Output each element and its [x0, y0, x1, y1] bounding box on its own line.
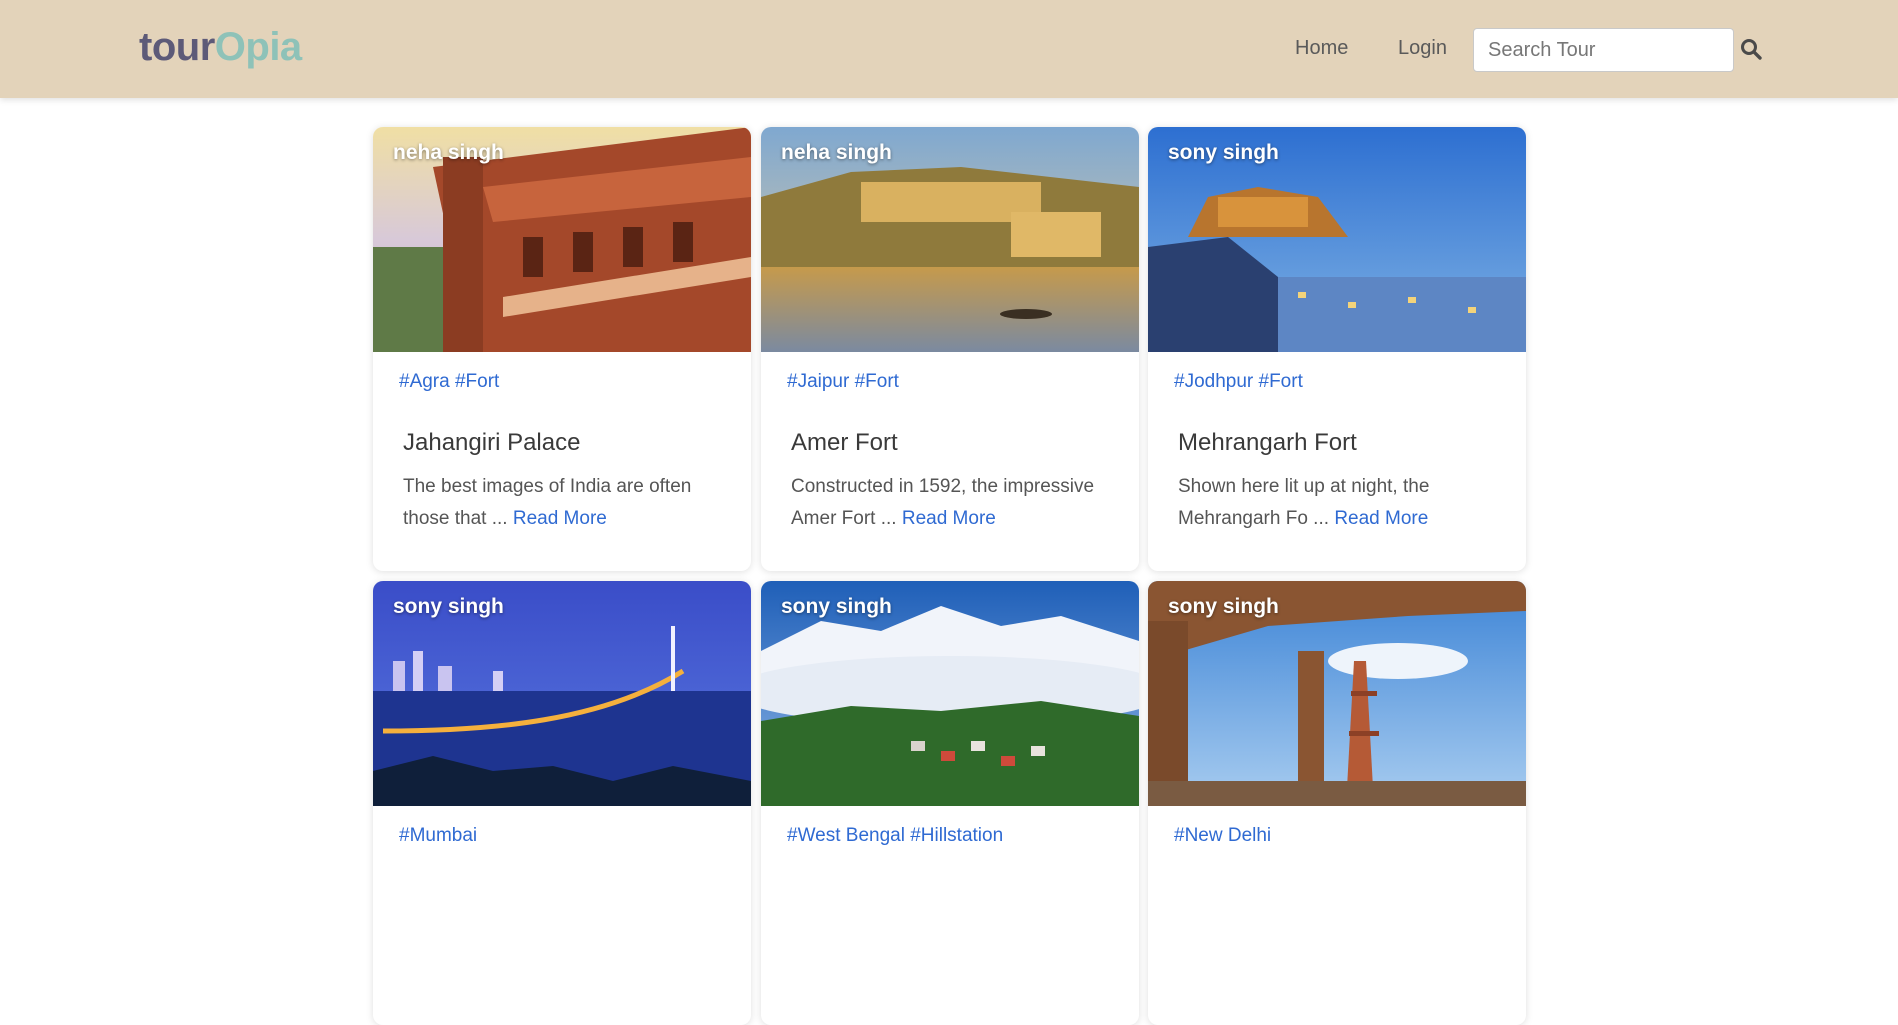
- card-image[interactable]: sony singh: [1148, 581, 1526, 806]
- tour-card[interactable]: neha singh #Jaipur #Fort Amer Fort Const…: [761, 127, 1139, 571]
- search-input[interactable]: [1473, 28, 1734, 72]
- brand-part-2: Opia: [214, 25, 302, 69]
- card-image[interactable]: sony singh: [373, 581, 751, 806]
- card-title: Jahangiri Palace: [403, 429, 581, 456]
- card-author: sony singh: [1168, 595, 1279, 618]
- tour-card[interactable]: sony singh #Mumbai: [373, 581, 751, 1025]
- tour-card[interactable]: sony singh #New Delhi: [1148, 581, 1526, 1025]
- card-tags[interactable]: #Agra #Fort: [399, 371, 499, 393]
- tour-card[interactable]: sony singh #West Bengal #Hillstation: [761, 581, 1139, 1025]
- search-button[interactable]: [1738, 36, 1764, 64]
- card-tags[interactable]: #West Bengal #Hillstation: [787, 825, 1003, 847]
- card-image[interactable]: neha singh: [761, 127, 1139, 352]
- card-tags[interactable]: #Jaipur #Fort: [787, 371, 899, 393]
- card-author: neha singh: [781, 141, 892, 164]
- read-more-link[interactable]: Read More: [902, 508, 996, 529]
- card-image[interactable]: sony singh: [1148, 127, 1526, 352]
- tour-card[interactable]: sony singh #Jodhpur #Fort Mehrangarh For…: [1148, 127, 1526, 571]
- card-tags[interactable]: #Jodhpur #Fort: [1174, 371, 1303, 393]
- search-icon: [1741, 38, 1762, 60]
- card-author: sony singh: [1168, 141, 1279, 164]
- card-excerpt: The best images of India are often those…: [403, 471, 733, 535]
- read-more-link[interactable]: Read More: [513, 508, 607, 529]
- brand-part-1: tour: [139, 25, 215, 69]
- card-image[interactable]: neha singh: [373, 127, 751, 352]
- card-tags[interactable]: #New Delhi: [1174, 825, 1271, 847]
- card-title: Mehrangarh Fort: [1178, 429, 1357, 456]
- brand-logo[interactable]: tourOpia: [139, 25, 302, 70]
- card-excerpt: Constructed in 1592, the impressive Amer…: [791, 471, 1121, 535]
- nav-login-link[interactable]: Login: [1398, 37, 1447, 60]
- card-image[interactable]: sony singh: [761, 581, 1139, 806]
- card-author: sony singh: [393, 595, 504, 618]
- tour-card[interactable]: neha singh #Agra #Fort Jahangiri Palace …: [373, 127, 751, 571]
- card-excerpt: Shown here lit up at night, the Mehranga…: [1178, 471, 1508, 535]
- card-author: neha singh: [393, 141, 504, 164]
- card-author: sony singh: [781, 595, 892, 618]
- card-title: Amer Fort: [791, 429, 898, 456]
- read-more-link[interactable]: Read More: [1334, 508, 1428, 529]
- nav-home-link[interactable]: Home: [1295, 37, 1348, 60]
- navbar: tourOpia Home Login: [0, 0, 1898, 98]
- card-tags[interactable]: #Mumbai: [399, 825, 477, 847]
